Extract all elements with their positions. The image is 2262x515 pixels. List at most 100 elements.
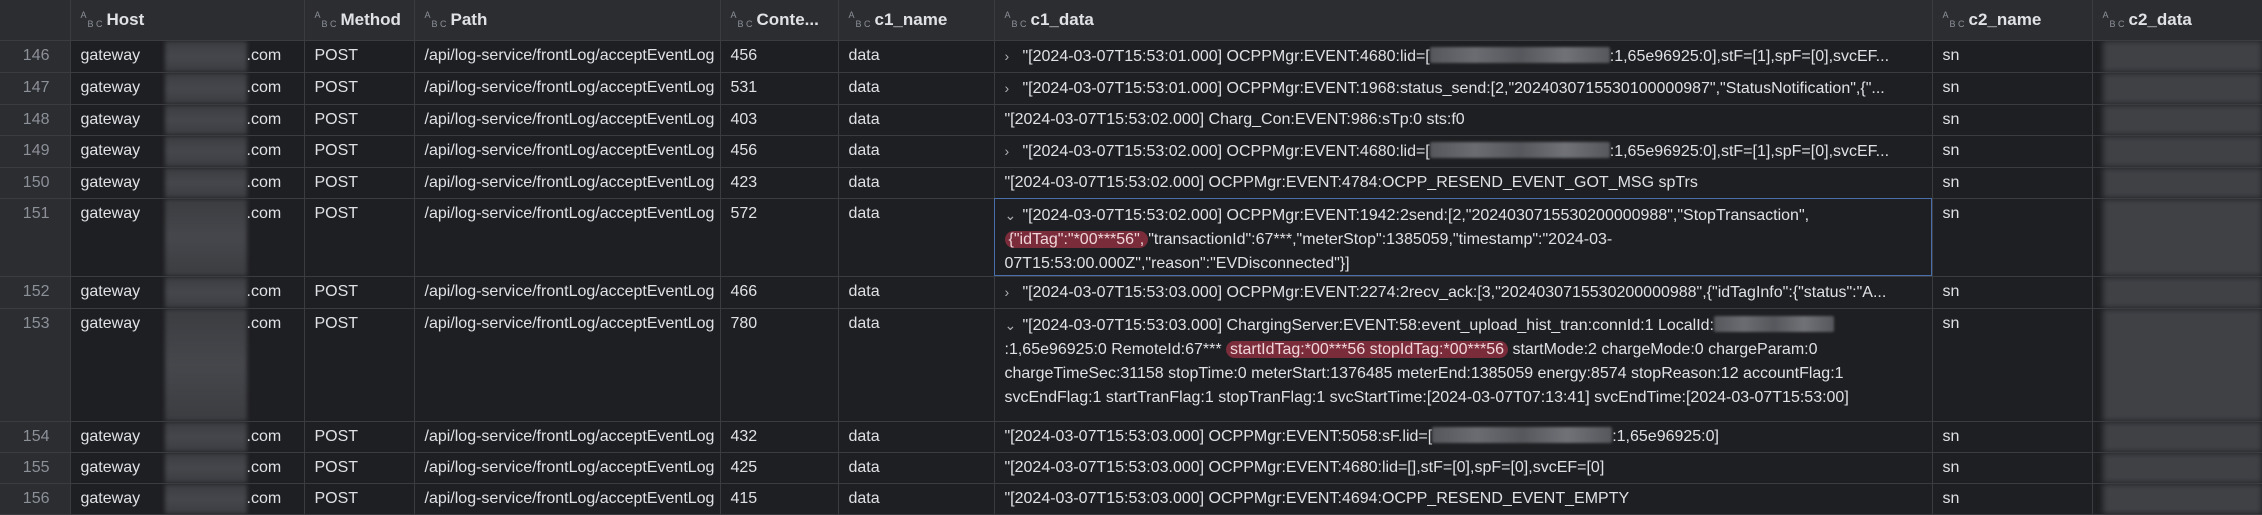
chevron-down-icon[interactable]: ⌄ xyxy=(1005,203,1023,227)
method-cell[interactable]: POST xyxy=(304,104,415,136)
c2-name-cell[interactable]: sn xyxy=(1932,483,2093,515)
content-cell[interactable]: 423 xyxy=(720,167,839,199)
content-cell[interactable]: 531 xyxy=(720,72,839,105)
path-cell[interactable]: /api/log-service/frontLog/acceptEventLog xyxy=(414,135,721,168)
method-cell[interactable]: POST xyxy=(304,40,415,73)
table-row[interactable]: 148 gateway .com POST /api/log-service/fr… xyxy=(0,104,2262,136)
content-cell[interactable]: 780 xyxy=(720,308,839,422)
c2-data-cell[interactable] xyxy=(2092,421,2262,453)
c2-data-cell[interactable] xyxy=(2092,135,2262,168)
c2-name-cell[interactable]: sn xyxy=(1932,198,2093,277)
c1-data-cell[interactable]: › "[2024-03-07T15:53:01.000] OCPPMgr:EVEN… xyxy=(994,40,1933,73)
c2-name-cell[interactable]: sn xyxy=(1932,167,2093,199)
host-cell[interactable]: gateway .com xyxy=(70,276,305,309)
chevron-right-icon[interactable]: › xyxy=(1005,277,1023,307)
c2-data-cell[interactable] xyxy=(2092,276,2262,309)
c2-data-cell[interactable] xyxy=(2092,452,2262,484)
c2-data-cell[interactable] xyxy=(2092,167,2262,199)
c1-name-cell[interactable]: data xyxy=(838,483,995,515)
path-cell[interactable]: /api/log-service/frontLog/acceptEventLog xyxy=(414,40,721,73)
table-row[interactable]: 156 gateway .com POST /api/log-service/fr… xyxy=(0,483,2262,515)
method-cell[interactable]: POST xyxy=(304,308,415,422)
table-row[interactable]: 153 gateway .com POST /api/log-service/fr… xyxy=(0,308,2262,422)
content-cell[interactable]: 415 xyxy=(720,483,839,515)
c2-data-cell[interactable] xyxy=(2092,104,2262,136)
host-cell[interactable]: gateway .com xyxy=(70,72,305,105)
host-cell[interactable]: gateway .com xyxy=(70,452,305,484)
table-row[interactable]: 154 gateway .com POST /api/log-service/fr… xyxy=(0,421,2262,453)
content-cell[interactable]: 425 xyxy=(720,452,839,484)
host-cell[interactable]: gateway .com xyxy=(70,483,305,515)
path-cell[interactable]: /api/log-service/frontLog/acceptEventLog xyxy=(414,276,721,309)
c1-data-cell[interactable]: ⌄ "[2024-03-07T15:53:02.000] OCPPMgr:EVEN… xyxy=(994,198,1933,277)
method-cell[interactable]: POST xyxy=(304,135,415,168)
c2-name-cell[interactable]: sn xyxy=(1932,308,2093,422)
c1-data-cell[interactable]: "[2024-03-07T15:53:03.000] OCPPMgr:EVENT… xyxy=(994,421,1933,453)
path-cell[interactable]: /api/log-service/frontLog/acceptEventLog xyxy=(414,308,721,422)
chevron-right-icon[interactable]: › xyxy=(1005,136,1023,166)
c1-name-cell[interactable]: data xyxy=(838,276,995,309)
method-cell[interactable]: POST xyxy=(304,167,415,199)
host-cell[interactable]: gateway .com xyxy=(70,198,305,277)
table-row[interactable]: 155 gateway .com POST /api/log-service/fr… xyxy=(0,452,2262,484)
method-cell[interactable]: POST xyxy=(304,483,415,515)
chevron-down-icon[interactable]: ⌄ xyxy=(1005,313,1023,337)
c1-name-cell[interactable]: data xyxy=(838,72,995,105)
method-cell[interactable]: POST xyxy=(304,452,415,484)
c2-data-cell[interactable] xyxy=(2092,40,2262,73)
c1-data-cell[interactable]: ⌄ "[2024-03-07T15:53:03.000] ChargingServ… xyxy=(994,308,1933,422)
c1-name-cell[interactable]: data xyxy=(838,198,995,277)
column-header-c2-name[interactable]: AB Cc2_name xyxy=(1932,0,2093,41)
host-cell[interactable]: gateway .com xyxy=(70,104,305,136)
path-cell[interactable]: /api/log-service/frontLog/acceptEventLog xyxy=(414,421,721,453)
method-cell[interactable]: POST xyxy=(304,198,415,277)
path-cell[interactable]: /api/log-service/frontLog/acceptEventLog xyxy=(414,483,721,515)
c2-data-cell[interactable] xyxy=(2092,308,2262,422)
method-cell[interactable]: POST xyxy=(304,421,415,453)
c1-name-cell[interactable]: data xyxy=(838,40,995,73)
c1-name-cell[interactable]: data xyxy=(838,421,995,453)
table-row[interactable]: 146 gateway .com POST /api/log-service/fr… xyxy=(0,40,2262,73)
c2-name-cell[interactable]: sn xyxy=(1932,104,2093,136)
c2-name-cell[interactable]: sn xyxy=(1932,276,2093,309)
table-row[interactable]: 152 gateway .com POST /api/log-service/fr… xyxy=(0,276,2262,309)
content-cell[interactable]: 456 xyxy=(720,40,839,73)
content-cell[interactable]: 572 xyxy=(720,198,839,277)
c1-data-cell[interactable]: "[2024-03-07T15:53:03.000] OCPPMgr:EVENT… xyxy=(994,452,1933,484)
c1-name-cell[interactable]: data xyxy=(838,452,995,484)
column-header-content[interactable]: AB C Conte... xyxy=(720,0,839,41)
path-cell[interactable]: /api/log-service/frontLog/acceptEventLog xyxy=(414,72,721,105)
table-row[interactable]: 151 gateway .com POST /api/log-service/fr… xyxy=(0,198,2262,277)
content-cell[interactable]: 456 xyxy=(720,135,839,168)
table-row[interactable]: 147 gateway .com POST /api/log-service/fr… xyxy=(0,72,2262,105)
c1-data-cell[interactable]: › "[2024-03-07T15:53:03.000] OCPPMgr:EVEN… xyxy=(994,276,1933,309)
c1-data-cell[interactable]: › "[2024-03-07T15:53:01.000] OCPPMgr:EVEN… xyxy=(994,72,1933,105)
path-cell[interactable]: /api/log-service/frontLog/acceptEventLog xyxy=(414,452,721,484)
content-cell[interactable]: 432 xyxy=(720,421,839,453)
method-cell[interactable]: POST xyxy=(304,276,415,309)
host-cell[interactable]: gateway .com xyxy=(70,135,305,168)
method-cell[interactable]: POST xyxy=(304,72,415,105)
c2-name-cell[interactable]: sn xyxy=(1932,421,2093,453)
host-cell[interactable]: gateway .com xyxy=(70,167,305,199)
c2-name-cell[interactable]: sn xyxy=(1932,40,2093,73)
chevron-right-icon[interactable]: › xyxy=(1005,73,1023,103)
c1-name-cell[interactable]: data xyxy=(838,135,995,168)
host-cell[interactable]: gateway .com xyxy=(70,421,305,453)
table-row[interactable]: 150 gateway .com POST /api/log-service/fr… xyxy=(0,167,2262,199)
host-cell[interactable]: gateway .com xyxy=(70,308,305,422)
host-cell[interactable]: gateway .com xyxy=(70,40,305,73)
c1-data-cell[interactable]: "[2024-03-07T15:53:02.000] Charg_Con:EVE… xyxy=(994,104,1933,136)
c2-data-cell[interactable] xyxy=(2092,483,2262,515)
c1-name-cell[interactable]: data xyxy=(838,104,995,136)
c2-name-cell[interactable]: sn xyxy=(1932,452,2093,484)
c2-name-cell[interactable]: sn xyxy=(1932,72,2093,105)
c1-name-cell[interactable]: data xyxy=(838,167,995,199)
chevron-right-icon[interactable]: › xyxy=(1005,41,1023,71)
c2-data-cell[interactable] xyxy=(2092,198,2262,277)
c1-data-cell[interactable]: "[2024-03-07T15:53:02.000] OCPPMgr:EVENT… xyxy=(994,167,1933,199)
c1-name-cell[interactable]: data xyxy=(838,308,995,422)
path-cell[interactable]: /api/log-service/frontLog/acceptEventLog xyxy=(414,104,721,136)
content-cell[interactable]: 403 xyxy=(720,104,839,136)
column-header-path[interactable]: AB C Path xyxy=(414,0,721,41)
